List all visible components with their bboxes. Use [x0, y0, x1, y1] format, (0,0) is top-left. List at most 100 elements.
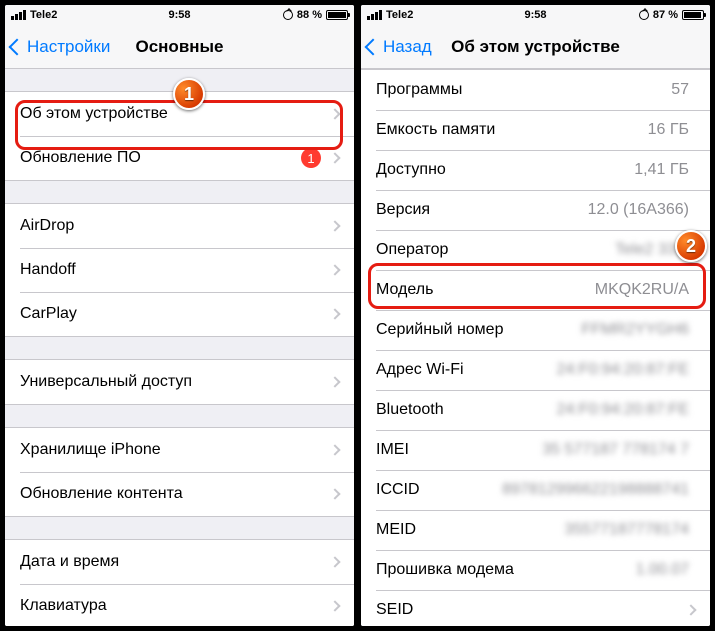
update-badge: 1: [301, 148, 321, 168]
settings-row[interactable]: AirDrop: [5, 204, 354, 248]
row-label: Оператор: [376, 241, 615, 259]
row-label: Модель: [376, 281, 595, 299]
row-label: CarPlay: [20, 305, 331, 323]
settings-row[interactable]: Обновление контента: [5, 472, 354, 516]
settings-row[interactable]: Универсальный доступ: [5, 360, 354, 404]
orientation-lock-icon: [639, 10, 649, 20]
row-label: SEID: [376, 601, 687, 619]
settings-row[interactable]: Хранилище iPhone: [5, 428, 354, 472]
row-label: Обновление ПО: [20, 149, 301, 167]
row-label: Хранилище iPhone: [20, 441, 331, 459]
row-label: Bluetooth: [376, 401, 556, 419]
chevron-right-icon: [329, 376, 340, 387]
about-row[interactable]: SEID: [361, 590, 710, 626]
about-row: MEID35577187778174: [361, 510, 710, 550]
row-value: 57: [671, 81, 689, 99]
about-row: IMEI35 577187 778174 7: [361, 430, 710, 470]
back-button[interactable]: Назад: [367, 37, 432, 57]
row-label: Handoff: [20, 261, 331, 279]
callout-number-1: 1: [173, 78, 205, 110]
page-title: Об этом устройстве: [451, 37, 620, 57]
about-row: Доступно1,41 ГБ: [361, 150, 710, 190]
row-label: Емкость памяти: [376, 121, 648, 139]
row-label: AirDrop: [20, 217, 331, 235]
settings-group: Универсальный доступ: [5, 359, 354, 405]
back-button[interactable]: Настройки: [11, 37, 110, 57]
about-row: Емкость памяти16 ГБ: [361, 110, 710, 150]
row-value: 35577187778174: [564, 521, 689, 539]
row-label: Об этом устройстве: [20, 105, 331, 123]
row-label: IMEI: [376, 441, 542, 459]
about-row: Программы57: [361, 70, 710, 110]
chevron-right-icon: [329, 264, 340, 275]
row-value: 1.00.07: [636, 561, 689, 579]
chevron-left-icon: [9, 38, 26, 55]
chevron-right-icon: [685, 604, 696, 615]
row-label: Программы: [376, 81, 671, 99]
settings-group: AirDrop Handoff CarPlay: [5, 203, 354, 337]
settings-row[interactable]: Handoff: [5, 248, 354, 292]
row-value: MKQK2RU/A: [595, 281, 689, 299]
row-label: Универсальный доступ: [20, 373, 331, 391]
row-label: ICCID: [376, 481, 502, 499]
chevron-right-icon: [329, 488, 340, 499]
row-value: 24:F0:94:20:87:FE: [556, 361, 689, 379]
row-value: 897812996622198888741: [502, 481, 689, 499]
row-value: 16 ГБ: [648, 121, 689, 139]
settings-row[interactable]: Дата и время: [5, 540, 354, 584]
about-list[interactable]: Программы57Емкость памяти16 ГБДоступно1,…: [361, 69, 710, 626]
battery-percent: 87 %: [653, 9, 678, 21]
row-value: 24:F0:94:20:87:FE: [556, 401, 689, 419]
battery-icon: [682, 10, 704, 20]
callout-number-2: 2: [675, 230, 707, 262]
status-bar: Tele2 9:58 87 %: [361, 5, 710, 25]
carrier-label: Tele2: [30, 9, 57, 21]
phone-about-device: Tele2 9:58 87 % Назад Об этом устройстве…: [361, 5, 710, 626]
about-row: Bluetooth24:F0:94:20:87:FE: [361, 390, 710, 430]
about-row: ICCID897812996622198888741: [361, 470, 710, 510]
signal-icon: [367, 10, 382, 20]
battery-icon: [326, 10, 348, 20]
row-label: Серийный номер: [376, 321, 581, 339]
row-label: Версия: [376, 201, 588, 219]
chevron-right-icon: [329, 152, 340, 163]
chevron-right-icon: [329, 220, 340, 231]
about-row: Прошивка модема1.00.07: [361, 550, 710, 590]
row-value: 1,41 ГБ: [634, 161, 689, 179]
back-label: Настройки: [27, 37, 110, 57]
page-title: Основные: [135, 37, 223, 57]
settings-row[interactable]: Клавиатура: [5, 584, 354, 626]
orientation-lock-icon: [283, 10, 293, 20]
settings-group: Хранилище iPhone Обновление контента: [5, 427, 354, 517]
row-label: Клавиатура: [20, 597, 331, 615]
chevron-right-icon: [329, 308, 340, 319]
chevron-right-icon: [329, 556, 340, 567]
about-row: ОператорTele2 33.0: [361, 230, 710, 270]
clock: 9:58: [168, 9, 190, 21]
clock: 9:58: [524, 9, 546, 21]
settings-group: Дата и время Клавиатура: [5, 539, 354, 626]
chevron-right-icon: [329, 444, 340, 455]
about-row: Серийный номерFFMR2YYGH6: [361, 310, 710, 350]
phone-general-settings: Tele2 9:58 88 % Настройки Основные Об эт…: [5, 5, 354, 626]
about-row: МодельMKQK2RU/A: [361, 270, 710, 310]
chevron-right-icon: [329, 600, 340, 611]
back-label: Назад: [383, 37, 432, 57]
chevron-right-icon: [329, 108, 340, 119]
battery-percent: 88 %: [297, 9, 322, 21]
row-value: FFMR2YYGH6: [581, 321, 689, 339]
settings-row[interactable]: Обновление ПО1: [5, 136, 354, 180]
chevron-left-icon: [365, 38, 382, 55]
status-bar: Tele2 9:58 88 %: [5, 5, 354, 25]
row-label: MEID: [376, 521, 564, 539]
row-label: Дата и время: [20, 553, 331, 571]
about-row: Адрес Wi-Fi24:F0:94:20:87:FE: [361, 350, 710, 390]
row-value: 12.0 (16A366): [588, 201, 689, 219]
row-label: Адрес Wi-Fi: [376, 361, 556, 379]
carrier-label: Tele2: [386, 9, 413, 21]
navbar: Настройки Основные: [5, 25, 354, 69]
settings-row[interactable]: CarPlay: [5, 292, 354, 336]
about-row: Версия12.0 (16A366): [361, 190, 710, 230]
settings-list[interactable]: Об этом устройствеОбновление ПО1AirDropH…: [5, 69, 354, 626]
row-value: 35 577187 778174 7: [542, 441, 689, 459]
